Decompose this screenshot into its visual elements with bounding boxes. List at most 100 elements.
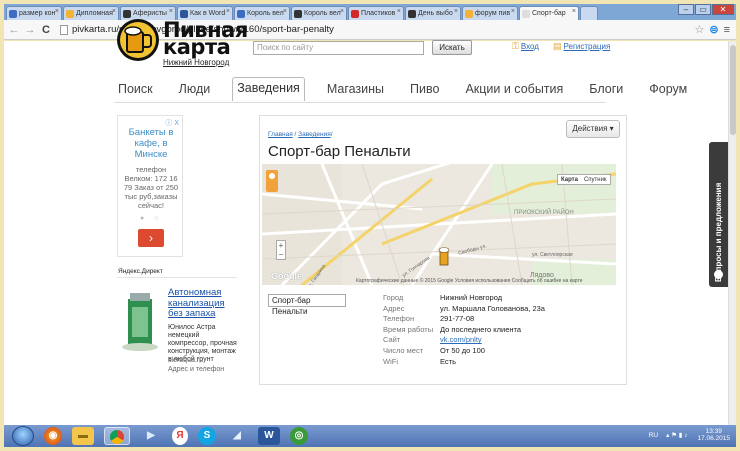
tab-close-icon[interactable]: × bbox=[572, 8, 576, 15]
tab-close-icon[interactable]: × bbox=[112, 8, 116, 15]
tab-label: Король вел bbox=[304, 10, 341, 17]
info-key: WiFi bbox=[383, 356, 398, 366]
firefox-icon[interactable]: ◉ bbox=[44, 427, 62, 445]
maximize-button[interactable]: ▭ bbox=[695, 4, 711, 15]
page-title: Спорт-бар Пенальти bbox=[268, 143, 411, 160]
close-window-button[interactable]: ✕ bbox=[712, 4, 734, 15]
tab-close-icon[interactable]: × bbox=[55, 8, 59, 15]
login-link[interactable]: ⚿ Вход bbox=[512, 41, 539, 52]
nav-item[interactable]: Поиск bbox=[114, 79, 157, 99]
info-row: Время работы До последнего клиента bbox=[383, 325, 545, 336]
tab-favicon-icon bbox=[294, 9, 302, 18]
septic-tank-image[interactable] bbox=[120, 289, 160, 353]
browser-tab[interactable]: размер кон × bbox=[6, 6, 62, 20]
clock[interactable]: 13:39 17.06.2015 bbox=[697, 428, 730, 442]
nav-item[interactable]: Форум bbox=[645, 79, 691, 99]
tab-bar: размер кон × Дипломная × Аферисты × Как в Word… bbox=[4, 4, 736, 20]
yandex-browser-icon[interactable]: Я bbox=[172, 427, 188, 445]
site-search-input[interactable]: Поиск по сайту bbox=[253, 41, 424, 55]
actions-dropdown[interactable]: Действия ▾ bbox=[566, 120, 620, 138]
address-bar-actions: ☆ ⊜ ≡ bbox=[689, 23, 730, 37]
tab-close-icon[interactable]: × bbox=[511, 8, 515, 15]
page-icon bbox=[60, 24, 68, 35]
search-button[interactable]: Искать bbox=[432, 40, 472, 55]
chrome-icon[interactable] bbox=[104, 427, 130, 445]
tab-close-icon[interactable]: × bbox=[169, 8, 173, 15]
address-bar: ← → C pivkarta.ru/nijniy_novgorod/place/… bbox=[4, 20, 736, 40]
info-row: Город Нижний Новгород bbox=[383, 293, 545, 304]
tab-close-icon[interactable]: × bbox=[454, 8, 458, 15]
browser-tab[interactable]: Пластиков × bbox=[348, 6, 404, 20]
register-label: Регистрация bbox=[563, 42, 611, 51]
paint-icon[interactable]: ◢ bbox=[226, 427, 248, 445]
skype-icon[interactable]: S bbox=[198, 427, 216, 445]
info-row: WiFi Есть bbox=[383, 357, 545, 368]
minimize-button[interactable]: – bbox=[678, 4, 694, 15]
bookmark-star-icon[interactable]: ☆ bbox=[694, 23, 704, 36]
browser-tab[interactable]: форум пив × bbox=[462, 6, 518, 20]
login-label: Вход bbox=[520, 42, 539, 51]
browser-tab[interactable]: Дипломная × bbox=[63, 6, 119, 20]
tab-favicon-icon bbox=[522, 9, 530, 18]
breadcrumb-home[interactable]: Главная bbox=[268, 131, 293, 138]
scrollbar-thumb[interactable] bbox=[730, 45, 736, 135]
website-link[interactable]: vk.com/pnlty bbox=[440, 335, 482, 346]
ad-banner[interactable]: ⓘ X Банкеты в кафе, в Минске телефон Вел… bbox=[117, 115, 183, 257]
app-icon[interactable]: ◎ bbox=[290, 427, 308, 445]
folder-icon[interactable]: ▬ bbox=[72, 427, 94, 445]
word-icon[interactable]: W bbox=[258, 427, 280, 445]
city-link[interactable]: Нижний Новгород bbox=[163, 58, 229, 67]
tab-close-icon[interactable]: × bbox=[340, 8, 344, 15]
direct-address[interactable]: Адрес и телефон bbox=[168, 366, 224, 373]
map-attribution[interactable]: Картографические данные © 2015 Google Ус… bbox=[356, 278, 583, 284]
direct-title-link[interactable]: Автономная канализация без запаха bbox=[168, 287, 240, 320]
place-info-table: Город Нижний Новгород Адрес ул. Маршала Гол… bbox=[383, 293, 545, 367]
map-type-map-button[interactable]: Карта bbox=[558, 175, 581, 184]
info-key: Адрес bbox=[383, 303, 405, 313]
ad-next-arrow-icon[interactable]: › bbox=[138, 229, 164, 247]
zoom-controls[interactable]: + − bbox=[276, 240, 286, 260]
google-logo[interactable]: Google bbox=[271, 271, 302, 281]
breadcrumb-section[interactable]: Заведения bbox=[298, 131, 331, 138]
nav-item[interactable]: Заведения bbox=[232, 77, 305, 101]
ad-title[interactable]: Банкеты в кафе, в Минске bbox=[122, 127, 180, 160]
info-value: 291-77-08 bbox=[440, 314, 475, 324]
tab-close-icon[interactable]: × bbox=[397, 8, 401, 15]
tray-icons[interactable]: ▴ ⚑ ▮ ♪ bbox=[666, 431, 687, 439]
language-indicator[interactable]: RU bbox=[649, 432, 658, 439]
nav-item[interactable]: Магазины bbox=[323, 79, 388, 99]
tab-close-icon[interactable]: × bbox=[283, 8, 287, 15]
nav-item[interactable]: Пиво bbox=[406, 79, 443, 99]
map-type-satellite-button[interactable]: Спутник bbox=[581, 175, 610, 184]
taskbar: ◉ ▬ ▶ Я S ◢ W ◎ RU ▴ ⚑ ▮ ♪ 13:39 17.06.2… bbox=[4, 425, 736, 447]
nav-item[interactable]: Акции и события bbox=[461, 79, 567, 99]
tab-favicon-icon bbox=[9, 9, 17, 18]
tab-label: Аферисты bbox=[133, 10, 167, 17]
forward-arrow-icon[interactable]: → bbox=[24, 24, 36, 36]
new-tab-button[interactable] bbox=[580, 6, 598, 20]
back-arrow-icon[interactable]: ← bbox=[8, 24, 20, 36]
register-link[interactable]: ▤ Регистрация bbox=[553, 41, 610, 52]
start-button[interactable] bbox=[12, 426, 34, 446]
nav-item[interactable]: Блоги bbox=[585, 79, 627, 99]
browser-tab[interactable]: Король вел × bbox=[291, 6, 347, 20]
tab-label: День выбо bbox=[418, 10, 453, 17]
media-player-icon[interactable]: ▶ bbox=[140, 427, 162, 445]
ad-carousel-dots[interactable]: ● ○ bbox=[140, 215, 162, 222]
info-key: Сайт bbox=[383, 335, 401, 345]
direct-url[interactable]: sleraqua.ru bbox=[168, 357, 203, 364]
browser-tab[interactable]: Спорт-бар × bbox=[519, 6, 579, 20]
tab-favicon-icon bbox=[237, 9, 245, 18]
browser-tab[interactable]: День выбо × bbox=[405, 6, 461, 20]
extension-icon[interactable]: ⊜ bbox=[709, 23, 718, 36]
nav-item[interactable]: Люди bbox=[175, 79, 215, 99]
tab-favicon-icon bbox=[123, 9, 131, 18]
site-logo[interactable]: Пивная карта Нижний Новгород bbox=[116, 18, 248, 68]
tab-close-icon[interactable]: × bbox=[226, 8, 230, 15]
feedback-tab[interactable]: Вопросы и предложения bbox=[709, 142, 728, 287]
reload-icon[interactable]: C bbox=[40, 24, 52, 36]
menu-icon[interactable]: ≡ bbox=[724, 24, 730, 36]
info-row: Адрес ул. Маршала Голованова, 23а bbox=[383, 304, 545, 315]
tab-favicon-icon bbox=[180, 9, 188, 18]
info-key: Число мест bbox=[383, 345, 424, 355]
